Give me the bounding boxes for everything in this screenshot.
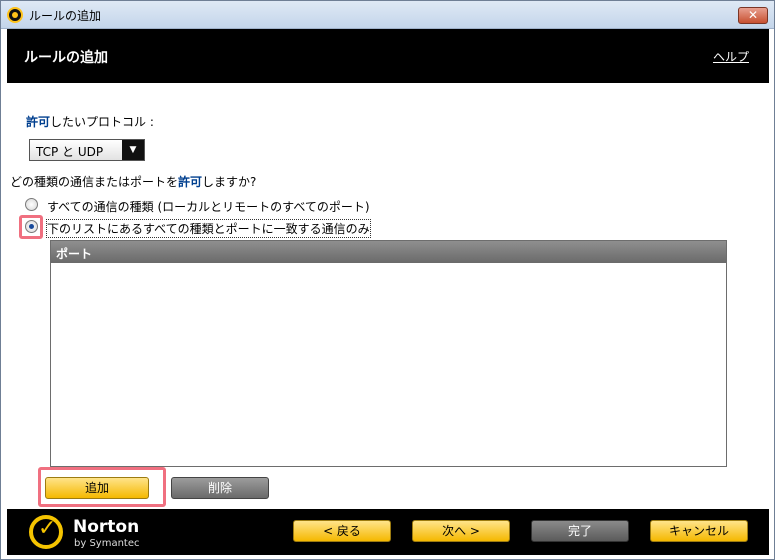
page-header: ルールの追加 ヘルプ [7, 29, 769, 83]
question-prefix: どの種類の通信またはポートを [10, 175, 179, 189]
radio-all-traffic[interactable] [25, 198, 38, 211]
page-title: ルールの追加 [24, 50, 108, 66]
close-button[interactable]: ✕ [738, 7, 768, 24]
close-icon: ✕ [747, 8, 759, 22]
content-area: 許可したいプロトコル : TCP と UDP ▼ どの種類の通信またはポートを許… [7, 83, 769, 509]
add-rule-window: ルールの追加 ✕ ルールの追加 ヘルプ 許可したいプロトコル : TCP と U… [0, 0, 775, 560]
question-suffix: しますか? [202, 175, 257, 189]
protocol-label-text: したいプロトコル : [50, 115, 154, 129]
protocol-label-highlight: 許可 [26, 115, 51, 129]
protocol-selected-value: TCP と UDP [36, 145, 104, 159]
traffic-question: どの種類の通信またはポートを許可しますか? [10, 173, 256, 190]
back-button[interactable]: < 戻る [293, 520, 391, 542]
radio-highlight-box [19, 215, 43, 239]
protocol-dropdown[interactable]: TCP と UDP ▼ [29, 139, 145, 161]
option-list-only-label[interactable]: 下のリストにあるすべての種類とポートに一致する通信のみ [46, 219, 371, 238]
option-all-traffic-label[interactable]: すべての通信の種類 (ローカルとリモートのすべてのポート) [47, 198, 370, 215]
brand-name: Norton [73, 517, 140, 537]
question-highlight: 許可 [178, 175, 203, 189]
help-link[interactable]: ヘルプ [713, 48, 749, 65]
norton-app-icon [7, 7, 23, 23]
window-title: ルールの追加 [29, 9, 102, 23]
add-button[interactable]: 追加 [45, 477, 149, 499]
brand-sub: by Symantec [74, 538, 140, 549]
ports-column-header[interactable]: ポート [51, 241, 726, 263]
ports-list[interactable]: ポート [50, 240, 727, 467]
next-button[interactable]: 次へ > [412, 520, 510, 542]
finish-button[interactable]: 完了 [531, 520, 629, 542]
protocol-label: 許可したいプロトコル : [26, 113, 154, 130]
delete-button[interactable]: 削除 [171, 477, 269, 499]
title-bar[interactable]: ルールの追加 ✕ [1, 1, 774, 29]
chevron-down-icon[interactable]: ▼ [122, 140, 144, 160]
cancel-button[interactable]: キャンセル [650, 520, 748, 542]
footer-bar: Norton by Symantec < 戻る 次へ > 完了 キャンセル [7, 509, 769, 555]
norton-check-icon [29, 515, 63, 549]
